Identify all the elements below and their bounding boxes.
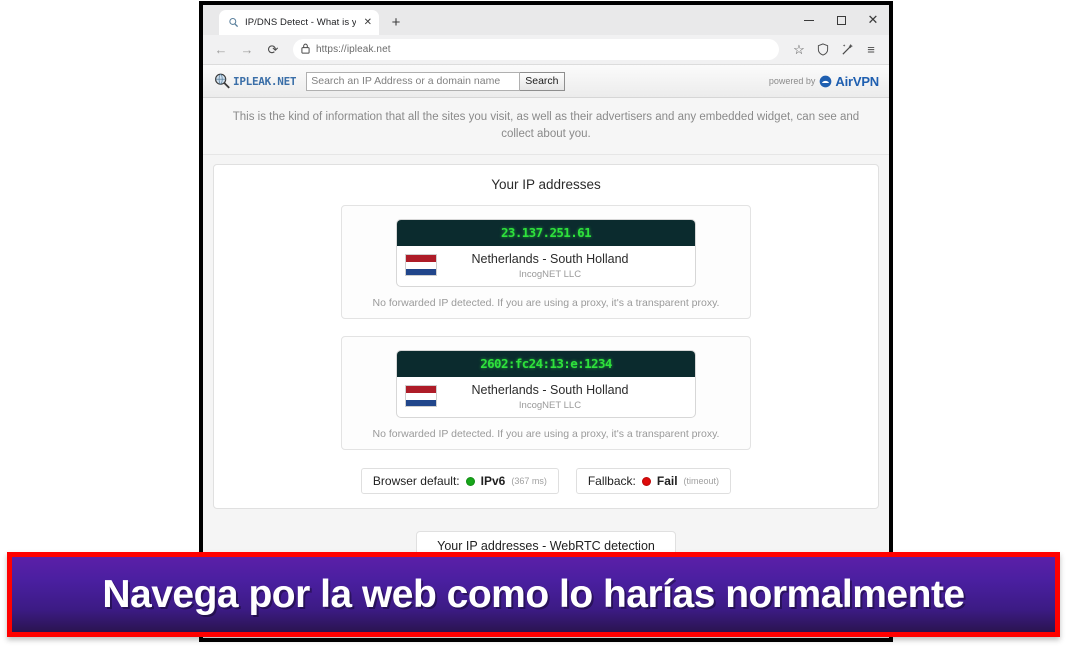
fallback-status: Fallback: Fail (timeout): [575, 468, 732, 495]
ip-card: 23.137.251.61 Netherlands - South Hollan…: [396, 219, 696, 288]
magnifier-globe-icon: [213, 72, 231, 90]
lock-icon: [301, 43, 310, 57]
caption-text: Navega por la web como lo harías normalm…: [102, 572, 965, 616]
airvpn-text: AirVPN: [835, 73, 879, 89]
ip-block: 23.137.251.61 Netherlands - South Hollan…: [341, 205, 751, 320]
browser-default-label: Browser default:: [372, 474, 460, 489]
search-input[interactable]: [306, 71, 521, 91]
site-favicon-icon: [227, 17, 239, 29]
address-bar[interactable]: https://ipleak.net: [293, 39, 779, 60]
ip-block: 2602:fc24:13:e:1234 Netherlands - South …: [341, 336, 751, 451]
airvpn-mark-icon: [820, 75, 832, 87]
fallback-value: Fail: [656, 474, 678, 489]
ip-geo-row: Netherlands - South Holland IncogNET LLC: [397, 246, 695, 286]
tab-close-icon[interactable]: ✕: [362, 17, 374, 28]
browser-default-status: Browser default: IPv6 (367 ms): [360, 468, 559, 495]
wand-icon[interactable]: [835, 38, 859, 62]
browser-default-latency: (367 ms): [511, 476, 547, 487]
forwarded-ip-note: No forwarded IP detected. If you are usi…: [372, 428, 720, 441]
window-maximize-button[interactable]: [825, 5, 857, 35]
powered-by: powered by AirVPN: [769, 74, 879, 89]
tab-strip: IP/DNS Detect - What is your IP ✕ + ✕: [203, 5, 889, 35]
ipleak-logo-text: IPLEAK.NET: [233, 74, 297, 88]
intro-text: This is the kind of information that all…: [203, 98, 889, 156]
tab-title: IP/DNS Detect - What is your IP: [245, 17, 356, 28]
ipleak-logo[interactable]: IPLEAK.NET: [213, 72, 297, 90]
site-header: IPLEAK.NET Search powered by AirVPN: [203, 65, 889, 98]
forward-icon[interactable]: →: [235, 38, 259, 62]
window-controls: ✕: [793, 5, 889, 35]
status-dot-red-icon: [641, 476, 651, 486]
reload-icon[interactable]: ⟳: [261, 38, 285, 62]
toolbar-actions: ☆ ≡: [787, 38, 883, 62]
shield-icon[interactable]: [811, 38, 835, 62]
ip-geo-row: Netherlands - South Holland IncogNET LLC: [397, 377, 695, 417]
ip-geo-text: Netherlands - South Holland IncogNET LLC: [405, 250, 695, 280]
browser-default-value: IPv6: [480, 474, 506, 489]
caption-banner: Navega por la web como lo harías normalm…: [7, 552, 1060, 637]
new-tab-button[interactable]: +: [385, 11, 407, 33]
browser-menu-icon[interactable]: ≡: [859, 38, 883, 62]
back-icon[interactable]: ←: [209, 38, 233, 62]
status-dot-green-icon: [465, 476, 475, 486]
browser-toolbar: ← → ⟳ https://ipleak.net ☆ ≡: [203, 35, 889, 65]
ip-country: Netherlands - South Holland: [471, 252, 629, 267]
ip-addresses-panel: Your IP addresses 23.137.251.61 Netherla…: [213, 164, 879, 510]
browser-tab[interactable]: IP/DNS Detect - What is your IP ✕: [219, 10, 379, 35]
ip-card: 2602:fc24:13:e:1234 Netherlands - South …: [396, 350, 696, 419]
ip-geo-text: Netherlands - South Holland IncogNET LLC: [405, 381, 695, 411]
ip-address-value: 23.137.251.61: [397, 220, 695, 247]
connection-status-row: Browser default: IPv6 (367 ms) Fallback:…: [214, 468, 878, 495]
window-minimize-button[interactable]: [793, 5, 825, 35]
airvpn-logo[interactable]: AirVPN: [819, 74, 879, 89]
ip-address-value: 2602:fc24:13:e:1234: [397, 351, 695, 378]
bookmark-star-icon[interactable]: ☆: [787, 38, 811, 62]
browser-window: IP/DNS Detect - What is your IP ✕ + ✕ ← …: [199, 1, 893, 642]
fallback-meta: (timeout): [683, 476, 720, 487]
window-close-button[interactable]: ✕: [857, 5, 889, 35]
ip-isp: IncogNET LLC: [518, 269, 582, 281]
fallback-label: Fallback:: [587, 474, 636, 489]
ip-country: Netherlands - South Holland: [471, 383, 629, 398]
site-search: Search: [306, 71, 565, 91]
url-text: https://ipleak.net: [316, 44, 391, 55]
screenshot-root: IP/DNS Detect - What is your IP ✕ + ✕ ← …: [0, 0, 1078, 647]
panel-title: Your IP addresses: [491, 177, 601, 193]
powered-by-label: powered by: [768, 76, 816, 86]
search-button[interactable]: Search: [520, 71, 565, 91]
ip-isp: IncogNET LLC: [518, 400, 582, 412]
forwarded-ip-note: No forwarded IP detected. If you are usi…: [372, 297, 720, 310]
